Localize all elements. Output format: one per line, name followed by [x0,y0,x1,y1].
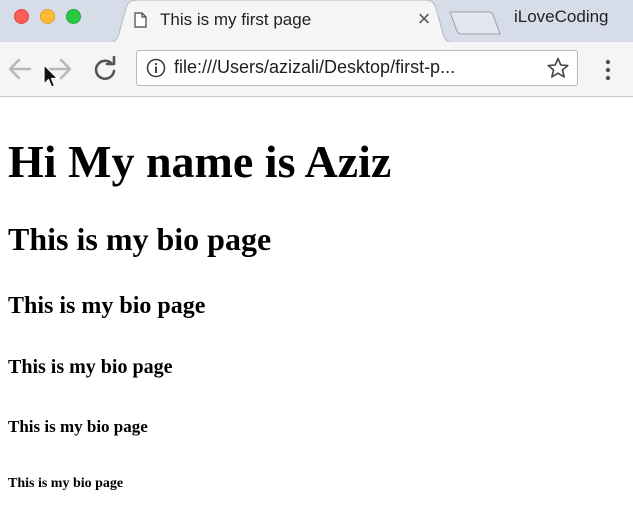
page-content: Hi My name is Aziz This is my bio page T… [0,97,633,520]
page-icon [134,12,147,28]
kebab-menu-icon[interactable] [598,56,618,84]
window-maximize-button[interactable] [66,9,81,24]
tab-title: This is my first page [160,10,312,29]
browser-toolbar: file:///Users/azizali/Desktop/first-p... [0,42,633,97]
heading-2: This is my bio page [8,221,272,257]
heading-3: This is my bio page [8,293,206,319]
heading-6: This is my bio page [8,476,124,491]
address-bar[interactable]: file:///Users/azizali/Desktop/first-p... [136,50,578,86]
info-icon[interactable] [146,58,166,78]
arrow-left-icon[interactable] [6,55,34,83]
window-close-button[interactable] [14,9,29,24]
reload-icon[interactable] [91,55,119,83]
new-tab-button[interactable] [448,10,502,36]
tab-strip: This is my first page × iLoveCoding [0,0,633,43]
heading-1: Hi My name is Aziz [8,136,392,187]
star-icon[interactable] [546,56,570,80]
url-text[interactable]: file:///Users/azizali/Desktop/first-p... [174,57,455,78]
heading-5: This is my bio page [8,417,148,436]
profile-label[interactable]: iLoveCoding [514,7,609,27]
mouse-cursor-icon [43,64,59,88]
heading-4: This is my bio page [8,356,173,378]
tab-active[interactable]: This is my first page × [108,0,454,43]
tab-close-button[interactable]: × [414,8,434,30]
window-minimize-button[interactable] [40,9,55,24]
